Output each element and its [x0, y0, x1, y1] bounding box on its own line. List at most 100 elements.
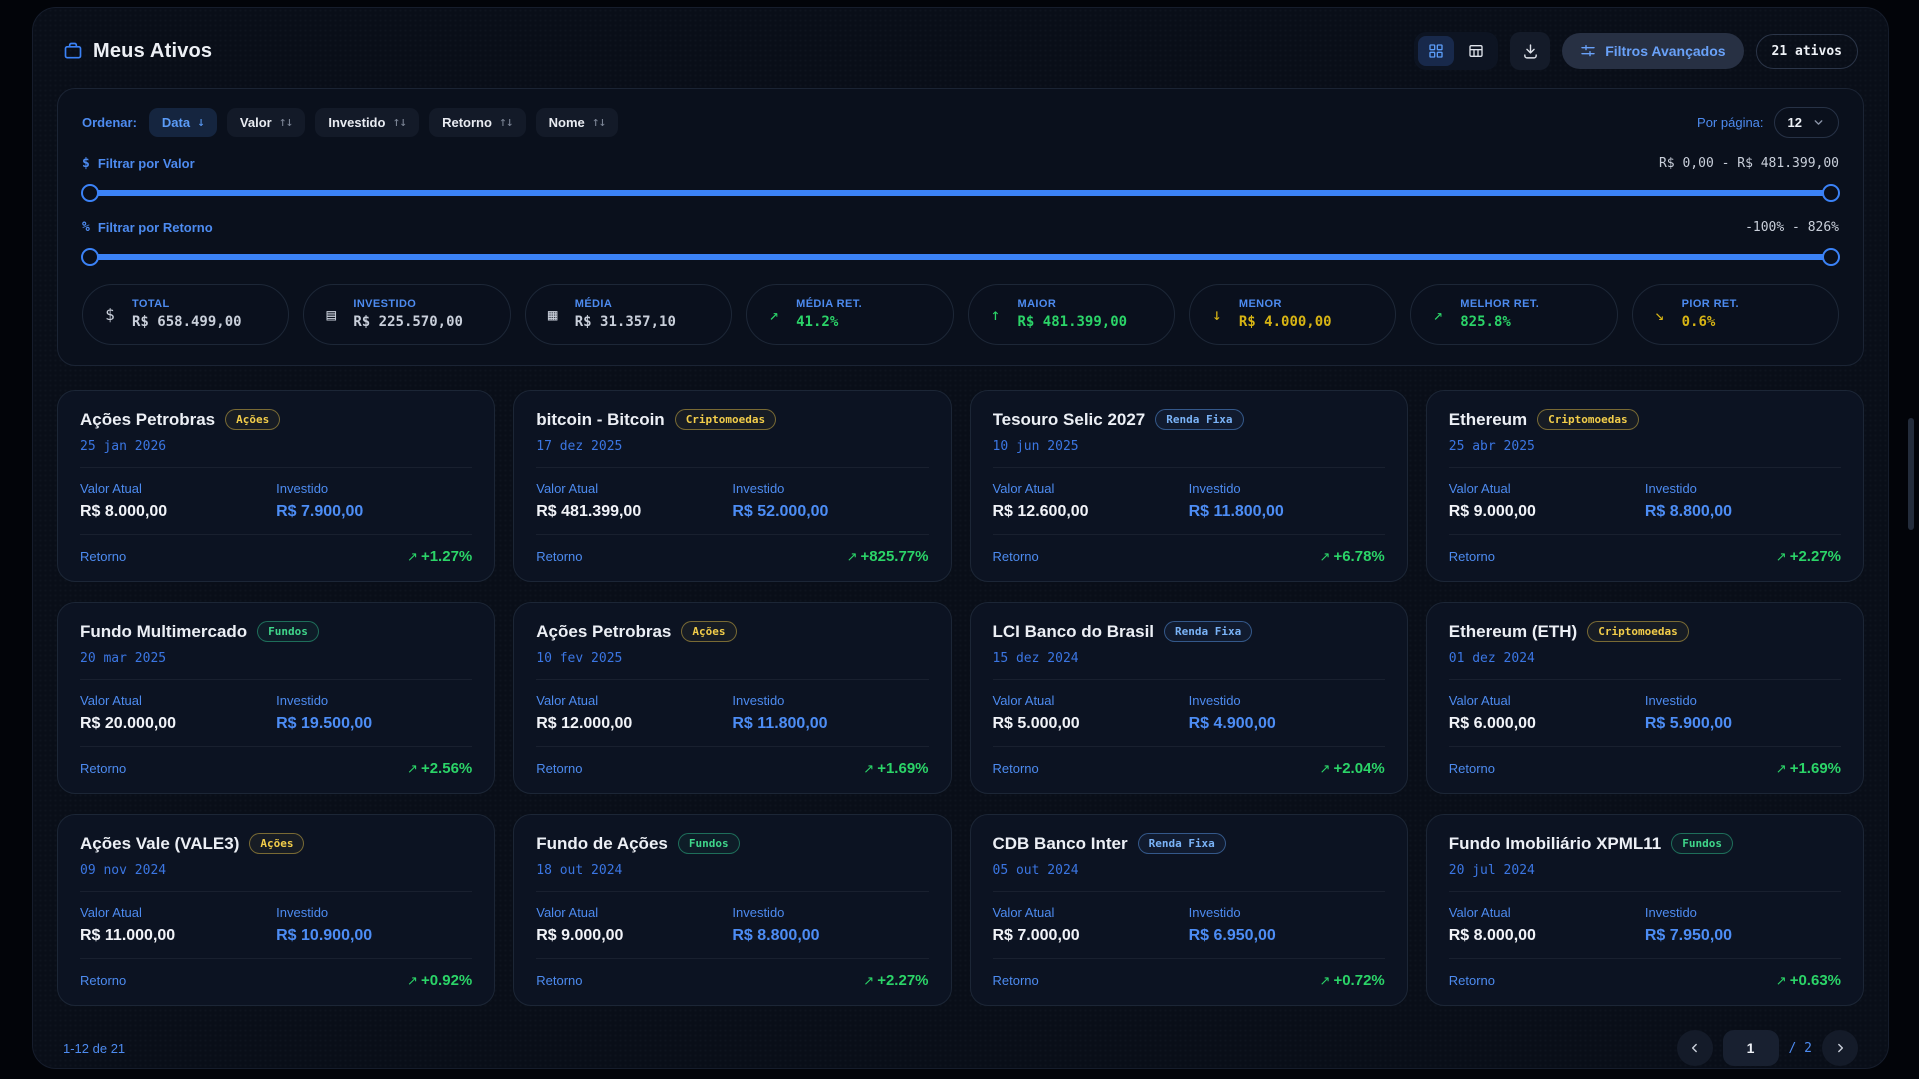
- trending-up-icon: ↗: [863, 973, 874, 988]
- divider: [993, 891, 1385, 892]
- sort-by-name[interactable]: Nome ↑↓: [536, 108, 619, 137]
- asset-card[interactable]: Fundo Multimercado Fundos 20 mar 2025 Va…: [57, 602, 495, 794]
- invested-value: R$ 11.800,00: [732, 715, 827, 732]
- invested-label: Investido: [1189, 905, 1385, 920]
- value-slider-min-handle[interactable]: [81, 184, 99, 202]
- sort-by-value[interactable]: Valor ↑↓: [227, 108, 305, 137]
- asset-card[interactable]: Ações Vale (VALE3) Ações 09 nov 2024 Val…: [57, 814, 495, 1006]
- current-value: R$ 7.000,00: [993, 927, 1080, 944]
- asset-card[interactable]: Ethereum (ETH) Criptomoedas 01 dez 2024 …: [1426, 602, 1864, 794]
- stat-card: ↘ PIOR RET. 0.6%: [1632, 284, 1839, 345]
- arrow-down-icon: ↓: [1208, 305, 1226, 324]
- trending-up-icon: ↗: [1776, 973, 1787, 988]
- stat-value: R$ 481.399,00: [1018, 314, 1128, 330]
- stats-row: $ TOTAL R$ 658.499,00 ▤ INVESTIDO R$ 225…: [82, 284, 1839, 345]
- current-value: R$ 9.000,00: [536, 927, 623, 944]
- return-slider-min-handle[interactable]: [81, 248, 99, 266]
- assets-grid: Ações Petrobras Ações 25 jan 2026 Valor …: [57, 390, 1864, 1006]
- return-slider-track[interactable]: [84, 254, 1837, 260]
- page-scrollbar: [1908, 0, 1917, 1079]
- invested-value: R$ 5.900,00: [1645, 715, 1732, 732]
- chevron-left-icon: [1688, 1041, 1702, 1055]
- asset-card[interactable]: Fundo de Ações Fundos 18 out 2024 Valor …: [513, 814, 951, 1006]
- asset-card[interactable]: LCI Banco do Brasil Renda Fixa 15 dez 20…: [970, 602, 1408, 794]
- asset-card[interactable]: Tesouro Selic 2027 Renda Fixa 10 jun 202…: [970, 390, 1408, 582]
- value-slider-track[interactable]: [84, 190, 1837, 196]
- invested-label: Investido: [1189, 481, 1385, 496]
- return-slider-max-handle[interactable]: [1822, 248, 1840, 266]
- current-page-button[interactable]: 1: [1723, 1030, 1779, 1066]
- invested-value: R$ 10.900,00: [276, 927, 372, 944]
- divider: [536, 958, 928, 959]
- return-label: Retorno: [536, 973, 582, 988]
- grid-view-button[interactable]: [1418, 36, 1454, 66]
- advanced-filters-button[interactable]: Filtros Avançados: [1562, 33, 1743, 69]
- current-value: R$ 11.000,00: [80, 927, 175, 944]
- return-value: ↗+6.78%: [1320, 548, 1385, 565]
- return-label: Retorno: [993, 549, 1039, 564]
- category-badge: Criptomoedas: [675, 409, 776, 430]
- chevron-down-icon: [1812, 116, 1825, 129]
- next-page-button[interactable]: [1822, 1030, 1858, 1066]
- current-value: R$ 6.000,00: [1449, 715, 1536, 732]
- current-value-label: Valor Atual: [80, 905, 276, 920]
- invested-value: R$ 19.500,00: [276, 715, 372, 732]
- asset-card[interactable]: bitcoin - Bitcoin Criptomoedas 17 dez 20…: [513, 390, 951, 582]
- return-label: Retorno: [80, 549, 126, 564]
- briefcase-icon: [63, 41, 83, 61]
- asset-date: 17 dez 2025: [536, 439, 928, 454]
- divider: [80, 746, 472, 747]
- asset-card[interactable]: Fundo Imobiliário XPML11 Fundos 20 jul 2…: [1426, 814, 1864, 1006]
- value-slider-max-handle[interactable]: [1822, 184, 1840, 202]
- current-value-label: Valor Atual: [536, 481, 732, 496]
- table-view-button[interactable]: [1458, 36, 1494, 66]
- stat-value: 0.6%: [1682, 314, 1716, 330]
- asset-card[interactable]: CDB Banco Inter Renda Fixa 05 out 2024 V…: [970, 814, 1408, 1006]
- current-value: R$ 9.000,00: [1449, 503, 1536, 520]
- asset-title: bitcoin - Bitcoin: [536, 410, 664, 430]
- invested-label: Investido: [276, 481, 472, 496]
- return-label: Retorno: [80, 973, 126, 988]
- stat-card: ↑ MAIOR R$ 481.399,00: [968, 284, 1175, 345]
- asset-title: Ações Petrobras: [536, 622, 671, 642]
- chevron-right-icon: [1833, 1041, 1847, 1055]
- category-badge: Ações: [249, 833, 304, 854]
- invested-value: R$ 7.900,00: [276, 503, 363, 520]
- value-filter-header: $ Filtrar por Valor R$ 0,00 - R$ 481.399…: [82, 156, 1839, 171]
- sort-option-label: Nome: [549, 115, 585, 130]
- trending-up-icon: ↗: [1776, 761, 1787, 776]
- sort-option-label: Retorno: [442, 115, 492, 130]
- current-value: R$ 481.399,00: [536, 503, 641, 520]
- asset-card[interactable]: Ações Petrobras Ações 25 jan 2026 Valor …: [57, 390, 495, 582]
- percent-icon: %: [82, 220, 90, 235]
- current-value: R$ 12.600,00: [993, 503, 1089, 520]
- header-title-group: Meus Ativos: [63, 40, 212, 63]
- download-button[interactable]: [1510, 32, 1550, 70]
- sort-option-label: Investido: [328, 115, 385, 130]
- trending-up-icon: ↗: [407, 549, 418, 564]
- stat-label: MÉDIA RET.: [796, 298, 862, 310]
- trending-up-icon: ↗: [1320, 761, 1331, 776]
- asset-title: Ethereum: [1449, 410, 1527, 430]
- asset-card[interactable]: Ações Petrobras Ações 10 fev 2025 Valor …: [513, 602, 951, 794]
- current-value-label: Valor Atual: [1449, 481, 1645, 496]
- asset-title: Ações Petrobras: [80, 410, 215, 430]
- per-page-select[interactable]: 12: [1774, 107, 1839, 138]
- sort-by-date[interactable]: Data ↓: [149, 108, 217, 137]
- category-badge: Fundos: [678, 833, 740, 854]
- prev-page-button[interactable]: [1677, 1030, 1713, 1066]
- return-label: Retorno: [1449, 549, 1495, 564]
- sort-by-invested[interactable]: Investido ↑↓: [315, 108, 419, 137]
- asset-card[interactable]: Ethereum Criptomoedas 25 abr 2025 Valor …: [1426, 390, 1864, 582]
- trending-up-icon: ↗: [765, 305, 783, 324]
- invested-label: Investido: [276, 693, 472, 708]
- invested-label: Investido: [732, 693, 928, 708]
- value-filter-label: Filtrar por Valor: [98, 156, 195, 171]
- trending-up-icon: ↗: [1429, 305, 1447, 324]
- sort-by-return[interactable]: Retorno ↑↓: [429, 108, 526, 137]
- trending-up-icon: ↗: [1776, 549, 1787, 564]
- return-label: Retorno: [1449, 761, 1495, 776]
- scrollbar-thumb[interactable]: [1908, 418, 1914, 530]
- sort-bar: Ordenar: Data ↓ Valor ↑↓ Investido ↑↓ Re…: [82, 107, 1839, 138]
- asset-date: 05 out 2024: [993, 863, 1385, 878]
